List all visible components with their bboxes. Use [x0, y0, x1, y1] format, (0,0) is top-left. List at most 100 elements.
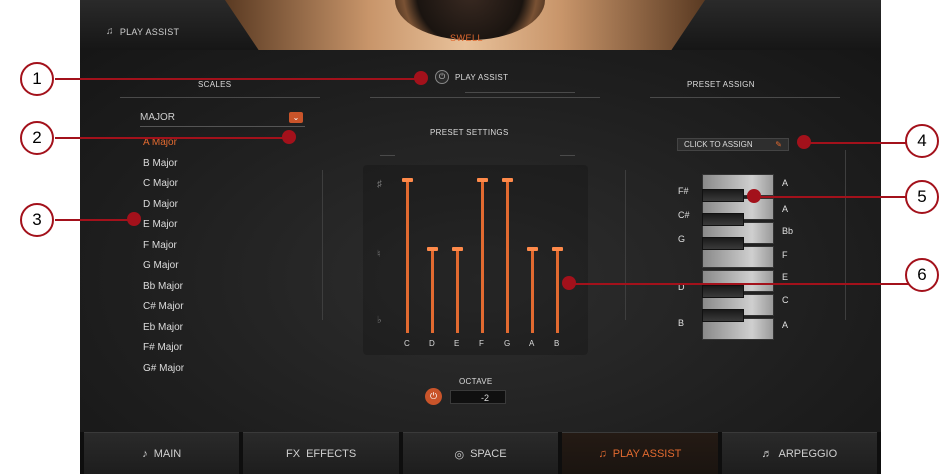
scale-item[interactable]: C Major	[143, 178, 184, 199]
callout-line	[805, 142, 917, 144]
note-slider-handle[interactable]	[502, 178, 513, 182]
black-key[interactable]	[702, 237, 744, 250]
tab-label: MAIN	[153, 448, 182, 460]
scale-item[interactable]: F Major	[143, 240, 184, 261]
tab-arpeggio[interactable]: ♬ ARPEGGIO	[721, 432, 878, 474]
tab-play-assist[interactable]: ♫ PLAY ASSIST	[562, 432, 718, 474]
callout-1: 1	[20, 62, 54, 96]
note-slider-handle[interactable]	[477, 178, 488, 182]
black-key[interactable]	[702, 189, 744, 202]
scale-item[interactable]: B Major	[143, 158, 184, 179]
music-notes-icon: ♫	[106, 26, 114, 37]
scale-item[interactable]: G Major	[143, 260, 184, 281]
key-label-left: F#	[678, 186, 689, 196]
key-label-left: B	[678, 318, 685, 328]
callout-dot	[797, 135, 811, 149]
scales-dropdown[interactable]: MAJOR ⌄	[140, 112, 305, 127]
callout-dot	[127, 212, 141, 226]
note-slider-handle[interactable]	[527, 247, 538, 251]
key-label-right: E	[782, 272, 789, 282]
key-label-right: A	[782, 178, 789, 188]
note-slider-handle[interactable]	[402, 178, 413, 182]
tab-effects[interactable]: FX EFFECTS	[243, 432, 399, 474]
click-to-assign-button[interactable]: CLICK TO ASSIGN ✎	[677, 138, 789, 151]
tab-label: PLAY ASSIST	[612, 448, 682, 460]
scale-item[interactable]: D Major	[143, 199, 184, 220]
callout-6: 6	[905, 258, 939, 292]
tab-main[interactable]: ♪ MAIN	[84, 432, 240, 474]
octave-value: -2	[480, 393, 489, 403]
flat-icon: ♭	[377, 315, 382, 326]
fx-icon: FX	[286, 448, 301, 460]
scale-item[interactable]: F# Major	[143, 342, 184, 363]
note-slider-handle[interactable]	[452, 247, 463, 251]
key-label-right: A	[782, 204, 789, 214]
tab-label: ARPEGGIO	[778, 448, 838, 460]
space-icon: ◎	[454, 448, 465, 461]
note-sliders: ♯ ♮ ♭ C D E F G A B	[363, 165, 588, 355]
top-bar: ♫ PLAY ASSIST SWELL	[80, 0, 881, 51]
divider	[322, 170, 323, 320]
black-key[interactable]	[702, 309, 744, 322]
note-label: A	[529, 339, 535, 348]
divider	[465, 92, 575, 93]
scale-item[interactable]: A Major	[143, 137, 184, 158]
scale-item[interactable]: Bb Major	[143, 281, 184, 302]
note-slider-handle[interactable]	[427, 247, 438, 251]
key-label-right: F	[782, 250, 788, 260]
divider	[650, 97, 840, 98]
note-label: D	[429, 339, 435, 348]
scale-item[interactable]: C# Major	[143, 301, 184, 322]
note-slider-track[interactable]	[556, 249, 559, 333]
pencil-icon: ✎	[775, 140, 782, 149]
sharp-icon: ♯	[377, 179, 382, 190]
octave-stepper[interactable]: -2	[450, 390, 506, 404]
note-slider-handle[interactable]	[552, 247, 563, 251]
assign-label: CLICK TO ASSIGN	[684, 140, 753, 149]
chevron-down-icon[interactable]: ⌄	[289, 112, 303, 123]
key-label-right: A	[782, 320, 789, 330]
callout-line	[55, 137, 290, 139]
note-label: F	[479, 339, 484, 348]
black-key[interactable]	[702, 213, 744, 226]
scale-item[interactable]: E Major	[143, 219, 184, 240]
key-label-left: G	[678, 234, 686, 244]
preset-settings-heading: PRESET SETTINGS	[430, 128, 509, 137]
octave-label: OCTAVE	[459, 377, 493, 386]
note-slider-track[interactable]	[456, 249, 459, 333]
keyboard[interactable]	[702, 174, 774, 344]
tab-bar: ♪ MAIN FX EFFECTS ◎ SPACE ♫ PLAY ASSIST ♬ ARPEGGI…	[80, 432, 881, 474]
scale-item[interactable]: Eb Major	[143, 322, 184, 343]
music-notes-icon: ♫	[598, 448, 607, 460]
octave-power-icon[interactable]: ⏻	[425, 388, 442, 405]
scales-dropdown-value: MAJOR	[140, 112, 175, 123]
scale-item[interactable]: G# Major	[143, 363, 184, 384]
tab-space[interactable]: ◎ SPACE	[402, 432, 559, 474]
callout-line	[55, 78, 425, 80]
callout-4: 4	[905, 124, 939, 158]
callout-dot	[282, 130, 296, 144]
note-slider-track[interactable]	[431, 249, 434, 333]
play-assist-toggle[interactable]: ⏻ PLAY ASSIST	[435, 70, 508, 84]
note-slider-track[interactable]	[531, 249, 534, 333]
note-slider-track[interactable]	[406, 180, 409, 333]
play-assist-panel: ⏻ PLAY ASSIST SCALES MAJOR ⌄ A Major B Ma…	[80, 50, 881, 432]
callout-dot	[562, 276, 576, 290]
divider	[560, 155, 575, 156]
arpeggio-icon: ♬	[761, 448, 773, 460]
note-slider-track[interactable]	[506, 180, 509, 333]
note-slider-track[interactable]	[481, 180, 484, 333]
natural-icon: ♮	[377, 249, 381, 260]
callout-line	[55, 219, 135, 221]
scale-list: A Major B Major C Major D Major E Major F Maj…	[143, 137, 184, 383]
header-title: ♫ PLAY ASSIST	[106, 26, 179, 37]
tab-label: SPACE	[470, 448, 507, 460]
callout-dot	[414, 71, 428, 85]
divider	[370, 97, 600, 98]
divider	[120, 97, 320, 98]
key-label-right: Bb	[782, 226, 794, 236]
black-key[interactable]	[702, 285, 744, 298]
note-label: G	[504, 339, 511, 348]
divider	[625, 170, 626, 320]
callout-line	[755, 196, 915, 198]
